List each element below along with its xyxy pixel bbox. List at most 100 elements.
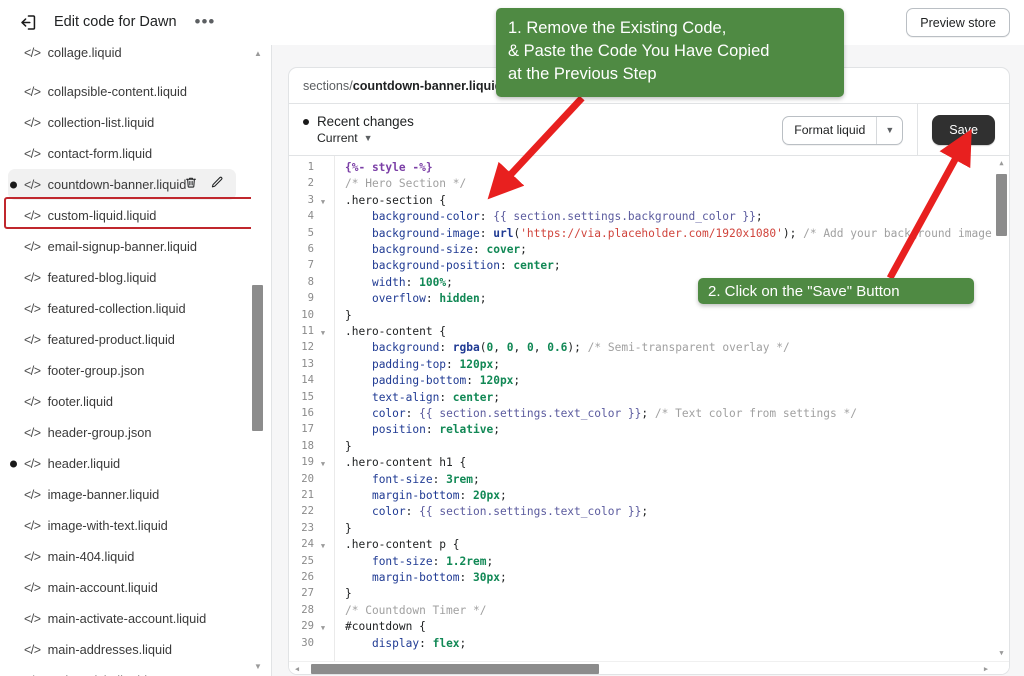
code-file-icon: </> [24,146,41,161]
code-line[interactable]: background-position: center; [345,259,561,272]
file-list-item[interactable]: </> image-with-text.liquid [8,510,236,541]
file-list-item[interactable]: </> featured-blog.liquid [8,262,236,293]
code-file-icon: </> [24,208,41,223]
file-sidebar: </> collage.liquid </> collapsible-content.… [0,45,272,676]
file-list-item[interactable]: </> header.liquid [8,448,236,479]
file-name-label: main-404.liquid [47,549,135,564]
file-list-item[interactable]: </> footer-group.json [8,355,236,386]
code-line[interactable]: .hero-section { [345,194,446,207]
recent-changes-row: Recent changes [303,114,414,129]
editor-toolbar: Recent changes Current ▼ Format liquid ▼… [289,104,1009,156]
code-line[interactable]: } [345,522,352,535]
file-list-item[interactable]: </> countdown-banner.liquid [8,169,236,200]
code-line[interactable]: background-size: cover; [345,243,527,256]
file-list-item[interactable]: </> collage.liquid [8,45,236,68]
code-horizontal-scrollbar[interactable]: ◀ ▶ [289,661,1009,674]
code-line[interactable]: margin-bottom: 20px; [345,489,507,502]
file-name-label: featured-product.liquid [47,332,175,347]
file-list-item[interactable]: </> header-group.json [8,417,236,448]
version-selector[interactable]: Current ▼ [317,131,414,145]
code-horizontal-scrollbar-thumb[interactable] [311,664,599,674]
file-list-item[interactable]: </> main-activate-account.liquid [8,603,236,634]
code-file-icon: </> [24,487,41,502]
code-line[interactable]: text-align: center; [345,391,500,404]
code-line[interactable]: padding-top: 120px; [345,358,500,371]
code-fold-toggle-icon[interactable]: ▼ [318,198,328,206]
code-line[interactable]: display: flex; [345,637,466,650]
file-list-item[interactable]: </> featured-collection.liquid [8,293,236,324]
code-line[interactable]: /* Countdown Timer */ [345,604,486,617]
more-options-icon[interactable]: ••• [191,13,220,30]
file-list-item[interactable]: </> collapsible-content.liquid [8,76,236,107]
code-line[interactable]: background-color: {{ section.settings.ba… [345,210,763,223]
code-line[interactable]: .hero-content p { [345,538,460,551]
code-vertical-scrollbar-thumb[interactable] [996,174,1007,236]
exit-icon[interactable] [10,7,44,37]
code-file-icon: </> [24,270,41,285]
file-list-item[interactable]: </> main-addresses.liquid [8,634,236,665]
scroll-up-icon[interactable]: ▲ [253,49,263,59]
code-line[interactable]: position: relative; [345,423,500,436]
chevron-down-icon[interactable]: ▼ [876,116,902,144]
scroll-left-icon[interactable]: ◀ [292,664,302,674]
code-content[interactable]: {%- style -%} /* Hero Section */ .hero-sec… [335,156,1009,674]
trash-icon[interactable] [184,175,198,194]
preview-store-button[interactable]: Preview store [906,8,1010,37]
recent-changes-label: Recent changes [317,114,414,129]
file-name-label: header-group.json [47,425,152,440]
scroll-down-icon[interactable]: ▼ [253,662,263,672]
code-line[interactable]: padding-bottom: 120px; [345,374,520,387]
scroll-down-icon[interactable]: ▼ [997,649,1006,658]
file-list-item[interactable]: </> featured-product.liquid [8,324,236,355]
code-line[interactable]: margin-bottom: 30px; [345,571,507,584]
file-name-label: image-with-text.liquid [47,518,168,533]
page-title: Edit code for Dawn [54,14,177,30]
code-line[interactable]: font-size: 1.2rem; [345,555,493,568]
code-fold-toggle-icon[interactable]: ▼ [318,329,328,337]
code-vertical-scrollbar[interactable]: ▲ ▼ [994,156,1009,674]
code-file-icon: </> [24,642,41,657]
code-line[interactable]: color: {{ section.settings.text_color }}… [345,505,648,518]
file-name-label: contact-form.liquid [47,146,153,161]
code-editor-area[interactable]: 1 2 3 ▼ 4 5 6 7 8 9 10 11 ▼ 12 13 14 15 16 17 18 19 ▼ 20 21 22 23… [289,156,1009,674]
file-list-item[interactable]: </>main-article.liquid [8,665,236,676]
pencil-icon[interactable] [210,175,224,194]
code-line[interactable]: } [345,309,352,322]
tab-countdown-banner[interactable]: sections/countdown-banner.liquid [303,79,502,93]
file-list-item[interactable]: </> main-404.liquid [8,541,236,572]
unsaved-changes-dot-icon [303,118,309,125]
code-line[interactable]: color: {{ section.settings.text_color }}… [345,407,857,420]
code-fold-toggle-icon[interactable]: ▼ [318,460,328,468]
code-line[interactable]: } [345,587,352,600]
scroll-up-icon[interactable]: ▲ [997,159,1006,168]
code-line[interactable]: width: 100%; [345,276,453,289]
toolbar-divider [917,104,919,156]
file-list-item[interactable]: </> collection-list.liquid [8,107,236,138]
file-list-item[interactable]: </> image-banner.liquid [8,479,236,510]
scroll-right-icon[interactable]: ▶ [981,664,991,674]
file-list-item[interactable]: </> contact-form.liquid [8,138,236,169]
code-line[interactable]: background-image: url('https://via.place… [345,227,1009,240]
code-line[interactable]: font-size: 3rem; [345,473,480,486]
line-number: 3 [307,193,314,206]
sidebar-scrollbar-thumb[interactable] [252,285,263,431]
code-line[interactable]: {%- style -%} [345,161,433,174]
code-line[interactable]: /* Hero Section */ [345,177,466,190]
code-file-icon: </> [24,84,41,99]
code-line[interactable]: overflow: hidden; [345,292,487,305]
file-list-item[interactable]: </> custom-liquid.liquid [8,200,236,231]
line-number: 12 [301,341,314,354]
sidebar-scrollbar[interactable]: ▲ ▼ [251,45,265,676]
format-liquid-button[interactable]: Format liquid [783,117,876,144]
code-line[interactable]: } [345,440,352,453]
file-list-item[interactable]: </> email-signup-banner.liquid [8,231,236,262]
code-line[interactable]: .hero-content { [345,325,446,338]
file-list-item[interactable]: </> footer.liquid [8,386,236,417]
save-button[interactable]: Save [932,115,995,145]
code-line[interactable]: .hero-content h1 { [345,456,466,469]
code-fold-toggle-icon[interactable]: ▼ [318,542,328,550]
code-line[interactable]: background: rgba(0, 0, 0, 0.6); /* Semi-… [345,341,790,354]
file-list-item[interactable]: </> main-account.liquid [8,572,236,603]
code-fold-toggle-icon[interactable]: ▼ [318,624,328,632]
code-line[interactable]: #countdown { [345,620,426,633]
